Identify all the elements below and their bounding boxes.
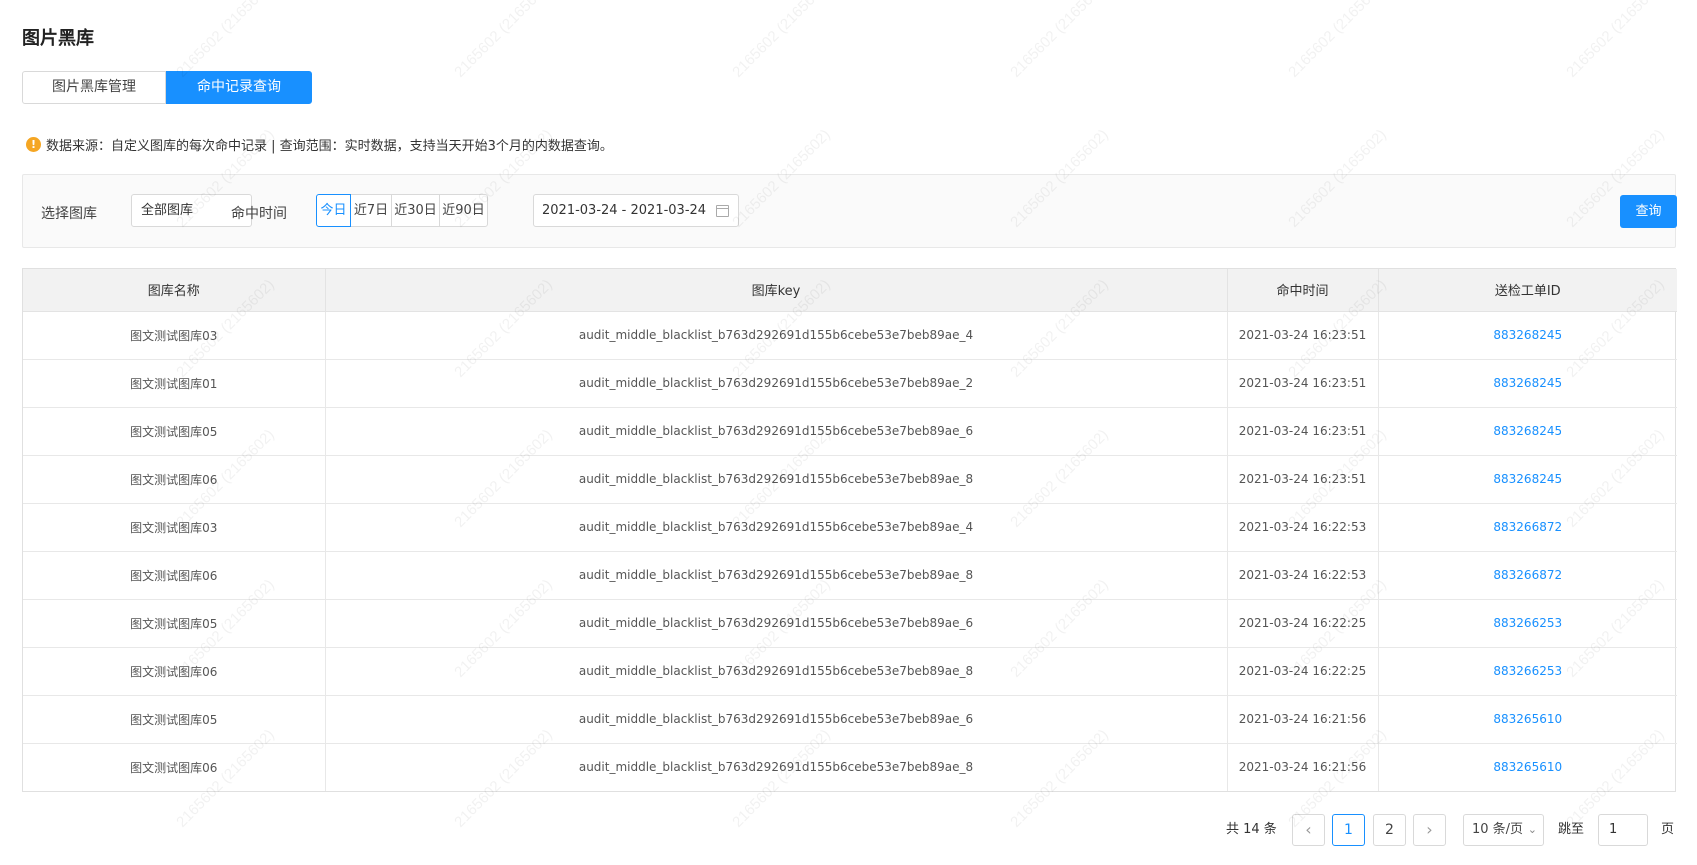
tab-blacklist-management[interactable]: 图片黑库管理 — [22, 71, 166, 104]
cell-library-key: audit_middle_blacklist_b763d292691d155b6… — [325, 551, 1228, 600]
page-size-select[interactable]: 10 条/页 ⌄ — [1463, 814, 1544, 846]
date-range-picker[interactable]: 2021-03-24 - 2021-03-24 — [533, 194, 739, 227]
cell-library-name: 图文测试图库06 — [23, 455, 326, 504]
table-row: 图文测试图库06 audit_middle_blacklist_b763d2926… — [23, 743, 1677, 791]
table-row: 图文测试图库03 audit_middle_blacklist_b763d2926… — [23, 311, 1677, 360]
table-row: 图文测试图库06 audit_middle_blacklist_b763d2926… — [23, 551, 1677, 600]
page-title: 图片黑库 — [22, 28, 94, 49]
cell-library-key: audit_middle_blacklist_b763d292691d155b6… — [325, 311, 1228, 360]
watermark-text: 2165602 (2165602) — [1563, 0, 1668, 81]
cell-hit-time: 2021-03-24 16:23:51 — [1227, 455, 1379, 504]
time-option-today[interactable]: 今日 — [316, 194, 351, 227]
cell-library-name: 图文测试图库06 — [23, 743, 326, 791]
column-header-ticket-id: 送检工单ID — [1378, 269, 1677, 312]
filter-panel: 选择图库 全部图库 ⌄ 命中时间 今日 近7日 近30日 近90日 2021-0… — [22, 174, 1677, 248]
cell-library-key: audit_middle_blacklist_b763d292691d155b6… — [325, 407, 1228, 456]
tab-bar: 图片黑库管理 命中记录查询 — [22, 71, 312, 104]
cell-library-name: 图文测试图库06 — [23, 551, 326, 600]
cell-hit-time: 2021-03-24 16:22:25 — [1227, 599, 1379, 648]
calendar-icon — [716, 205, 729, 217]
table-row: 图文测试图库01 audit_middle_blacklist_b763d2926… — [23, 359, 1677, 408]
library-label: 选择图库 — [41, 206, 97, 222]
cell-ticket-id[interactable]: 883266872 — [1378, 503, 1677, 552]
table-row: 图文测试图库03 audit_middle_blacklist_b763d2926… — [23, 503, 1677, 552]
cell-hit-time: 2021-03-24 16:22:25 — [1227, 647, 1379, 696]
prev-page-button[interactable]: ‹ — [1292, 814, 1325, 846]
query-button[interactable]: 查询 — [1620, 195, 1677, 228]
cell-library-name: 图文测试图库05 — [23, 695, 326, 744]
date-range-value: 2021-03-24 - 2021-03-24 — [542, 203, 707, 218]
column-header-library-key: 图库key — [325, 269, 1228, 312]
watermark-text: 2165602 (2165602) — [173, 0, 278, 81]
cell-library-key: audit_middle_blacklist_b763d292691d155b6… — [325, 359, 1228, 408]
cell-ticket-id[interactable]: 883268245 — [1378, 407, 1677, 456]
jump-page-input[interactable]: 1 — [1598, 814, 1648, 846]
library-select-value: 全部图库 — [141, 203, 194, 218]
watermark-text: 2165602 (2165602) — [1007, 0, 1112, 81]
page-size-value: 10 条/页 — [1472, 822, 1524, 837]
time-range-segment: 今日 近7日 近30日 近90日 — [316, 194, 488, 227]
cell-ticket-id[interactable]: 883268245 — [1378, 455, 1677, 504]
cell-library-name: 图文测试图库05 — [23, 407, 326, 456]
time-option-30d[interactable]: 近30日 — [391, 194, 440, 227]
chevron-left-icon: ‹ — [1305, 820, 1312, 839]
jump-label: 跳至 — [1558, 822, 1585, 837]
column-header-library-name: 图库名称 — [23, 269, 326, 312]
cell-hit-time: 2021-03-24 16:22:53 — [1227, 551, 1379, 600]
cell-ticket-id[interactable]: 883266253 — [1378, 599, 1677, 648]
page-button-2[interactable]: 2 — [1373, 814, 1406, 846]
cell-library-key: audit_middle_blacklist_b763d292691d155b6… — [325, 455, 1228, 504]
cell-library-key: audit_middle_blacklist_b763d292691d155b6… — [325, 599, 1228, 648]
cell-hit-time: 2021-03-24 16:23:51 — [1227, 311, 1379, 360]
table-row: 图文测试图库06 audit_middle_blacklist_b763d2926… — [23, 647, 1677, 696]
jump-unit-label: 页 — [1661, 822, 1675, 837]
cell-hit-time: 2021-03-24 16:21:56 — [1227, 695, 1379, 744]
watermark-text: 2165602 (2165602) — [1285, 0, 1390, 81]
time-option-90d[interactable]: 近90日 — [439, 194, 488, 227]
warning-icon: ! — [26, 137, 41, 152]
time-option-7d[interactable]: 近7日 — [350, 194, 392, 227]
cell-ticket-id[interactable]: 883265610 — [1378, 695, 1677, 744]
pagination-total: 共 14 条 — [1226, 822, 1277, 837]
watermark-text: 2165602 (2165602) — [729, 0, 834, 81]
column-header-hit-time: 命中时间 — [1227, 269, 1379, 312]
tab-hit-record-query[interactable]: 命中记录查询 — [166, 71, 312, 104]
cell-hit-time: 2021-03-24 16:23:51 — [1227, 359, 1379, 408]
cell-library-name: 图文测试图库01 — [23, 359, 326, 408]
cell-hit-time: 2021-03-24 16:22:53 — [1227, 503, 1379, 552]
cell-library-key: audit_middle_blacklist_b763d292691d155b6… — [325, 695, 1228, 744]
cell-library-name: 图文测试图库06 — [23, 647, 326, 696]
cell-ticket-id[interactable]: 883268245 — [1378, 359, 1677, 408]
cell-ticket-id[interactable]: 883265610 — [1378, 743, 1677, 791]
cell-library-name: 图文测试图库03 — [23, 311, 326, 360]
cell-hit-time: 2021-03-24 16:23:51 — [1227, 407, 1379, 456]
cell-hit-time: 2021-03-24 16:21:56 — [1227, 743, 1379, 791]
table-row: 图文测试图库05 audit_middle_blacklist_b763d2926… — [23, 695, 1677, 744]
table-row: 图文测试图库06 audit_middle_blacklist_b763d2926… — [23, 455, 1677, 504]
next-page-button[interactable]: › — [1413, 814, 1446, 846]
notice-text: 数据来源：自定义图库的每次命中记录 | 查询范围：实时数据，支持当天开始3个月的… — [46, 139, 613, 154]
table-row: 图文测试图库05 audit_middle_blacklist_b763d2926… — [23, 599, 1677, 648]
table-row: 图文测试图库05 audit_middle_blacklist_b763d2926… — [23, 407, 1677, 456]
chevron-right-icon: › — [1426, 820, 1433, 839]
watermark-text: 2165602 (2165602) — [451, 0, 556, 81]
cell-library-name: 图文测试图库03 — [23, 503, 326, 552]
table-header-row: 图库名称 图库key 命中时间 送检工单ID — [23, 269, 1677, 312]
cell-library-key: audit_middle_blacklist_b763d292691d155b6… — [325, 743, 1228, 791]
hit-record-table: 图库名称 图库key 命中时间 送检工单ID 图文测试图库03 audit_mid… — [22, 268, 1677, 792]
cell-library-key: audit_middle_blacklist_b763d292691d155b6… — [325, 647, 1228, 696]
time-label: 命中时间 — [231, 206, 287, 222]
cell-library-key: audit_middle_blacklist_b763d292691d155b6… — [325, 503, 1228, 552]
cell-ticket-id[interactable]: 883268245 — [1378, 311, 1677, 360]
data-source-notice: ! 数据来源：自定义图库的每次命中记录 | 查询范围：实时数据，支持当天开始3个… — [26, 135, 613, 154]
cell-library-name: 图文测试图库05 — [23, 599, 326, 648]
page-button-1[interactable]: 1 — [1332, 814, 1365, 846]
cell-ticket-id[interactable]: 883266253 — [1378, 647, 1677, 696]
chevron-down-icon: ⌄ — [1527, 823, 1537, 836]
cell-ticket-id[interactable]: 883266872 — [1378, 551, 1677, 600]
